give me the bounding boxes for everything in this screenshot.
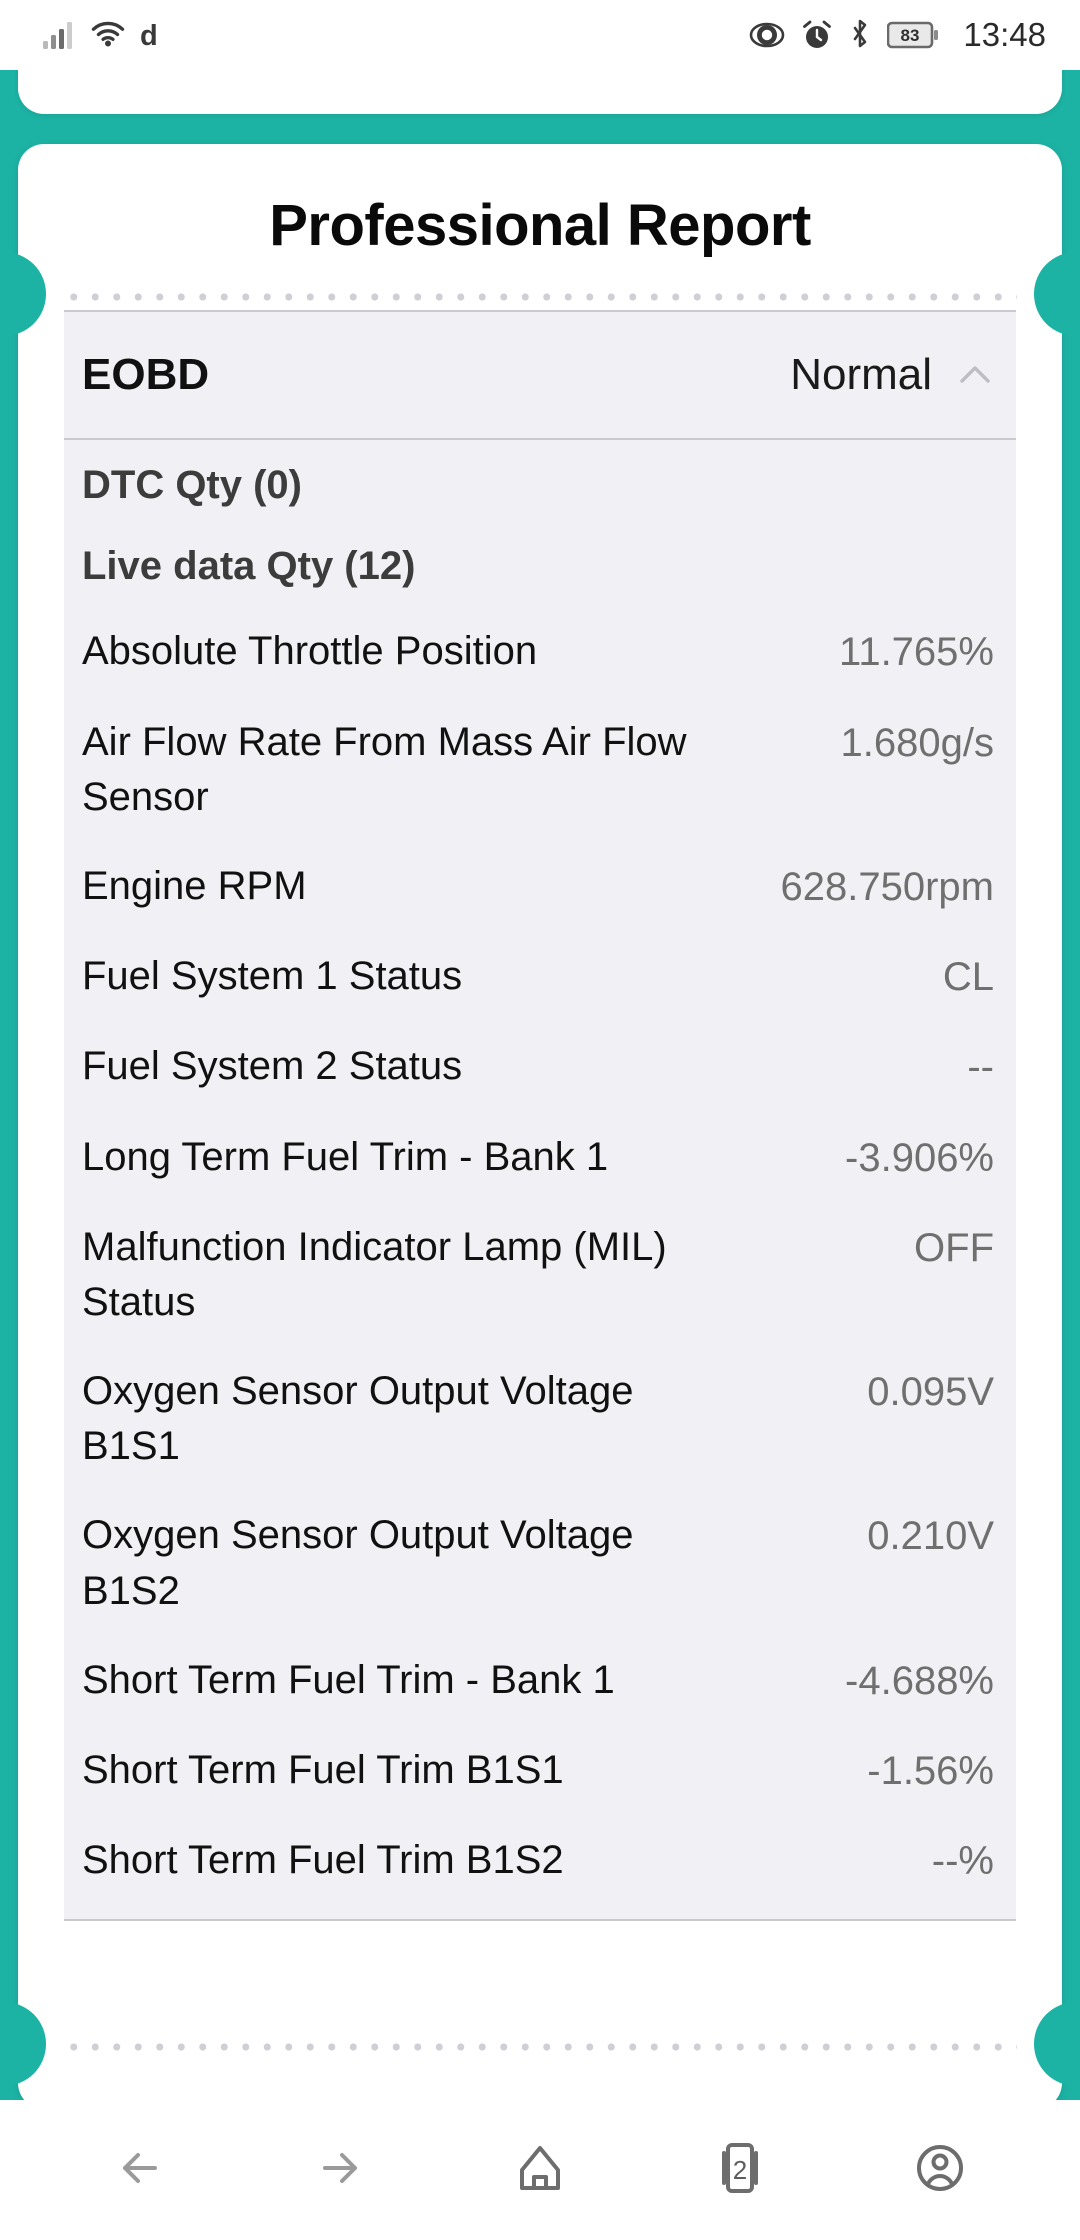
status-bar-right: 83 13:48 bbox=[749, 16, 1046, 54]
section-title: EOBD bbox=[82, 350, 209, 400]
row-label: Engine RPM bbox=[82, 859, 307, 914]
report-page: Professional Report EOBD Normal bbox=[0, 70, 1080, 2170]
table-row: Long Term Fuel Trim - Bank 1 -3.906% bbox=[82, 1130, 994, 1186]
table-row: Engine RPM 628.750rpm bbox=[82, 859, 994, 915]
table-row: Short Term Fuel Trim - Bank 1 -4.688% bbox=[82, 1653, 994, 1709]
row-value: 1.680g/s bbox=[841, 715, 994, 771]
battery-icon: 83 bbox=[887, 20, 941, 50]
perforation-bottom bbox=[18, 2034, 1062, 2060]
profile-icon[interactable] bbox=[909, 2137, 971, 2204]
table-row: Oxygen Sensor Output Voltage B1S2 0.210V bbox=[82, 1508, 994, 1618]
row-label: Malfunction Indicator Lamp (MIL) Status bbox=[82, 1220, 722, 1330]
row-label: Absolute Throttle Position bbox=[82, 624, 537, 679]
eobd-section-header[interactable]: EOBD Normal bbox=[64, 312, 1016, 440]
page-title: Professional Report bbox=[18, 144, 1062, 259]
battery-level-text: 83 bbox=[901, 26, 920, 45]
row-label: Fuel System 1 Status bbox=[82, 949, 462, 1004]
tab-count-label: 2 bbox=[733, 2155, 747, 2186]
row-value: 628.750rpm bbox=[781, 859, 994, 915]
row-label: Oxygen Sensor Output Voltage B1S1 bbox=[82, 1364, 722, 1474]
profile-button[interactable] bbox=[880, 2110, 1000, 2230]
wifi-icon bbox=[90, 20, 126, 50]
perforation-dots bbox=[63, 291, 1017, 303]
row-label: Oxygen Sensor Output Voltage B1S2 bbox=[82, 1508, 722, 1618]
perforation-dots bbox=[63, 2041, 1017, 2053]
status-badge: Normal bbox=[790, 350, 932, 400]
table-row: Oxygen Sensor Output Voltage B1S1 0.095V bbox=[82, 1364, 994, 1474]
row-label: Short Term Fuel Trim B1S2 bbox=[82, 1833, 564, 1888]
row-value: OFF bbox=[914, 1220, 994, 1276]
chevron-up-icon[interactable] bbox=[956, 356, 994, 394]
eobd-section-body: DTC Qty (0) Live data Qty (12) Absolute … bbox=[64, 440, 1016, 1919]
row-label: Long Term Fuel Trim - Bank 1 bbox=[82, 1130, 608, 1185]
data-saver-icon: d bbox=[140, 20, 166, 50]
row-label: Short Term Fuel Trim - Bank 1 bbox=[82, 1653, 615, 1708]
section-header-right: Normal bbox=[790, 350, 994, 400]
eye-comfort-icon bbox=[749, 21, 785, 49]
browser-navigation-bar: 2 bbox=[0, 2100, 1080, 2240]
table-row: Absolute Throttle Position 11.765% bbox=[82, 624, 994, 680]
table-row: Fuel System 2 Status -- bbox=[82, 1039, 994, 1095]
perforation-top bbox=[18, 284, 1062, 310]
row-label: Air Flow Rate From Mass Air Flow Sensor bbox=[82, 715, 722, 825]
table-row: Short Term Fuel Trim B1S1 -1.56% bbox=[82, 1743, 994, 1799]
row-value: -4.688% bbox=[845, 1653, 994, 1709]
previous-card-fragment bbox=[18, 70, 1062, 114]
status-bar-left: d bbox=[42, 20, 166, 50]
professional-report-card: Professional Report EOBD Normal bbox=[18, 144, 1062, 2109]
report-body: EOBD Normal DTC Qty (0) Live data Qty (1… bbox=[64, 310, 1016, 1921]
row-value: -1.56% bbox=[867, 1743, 994, 1799]
row-value: 0.095V bbox=[867, 1364, 994, 1420]
back-arrow-icon[interactable] bbox=[109, 2137, 171, 2204]
row-value: 11.765% bbox=[839, 624, 994, 680]
alarm-icon bbox=[801, 19, 833, 51]
row-value: -- bbox=[967, 1039, 994, 1095]
eobd-section: EOBD Normal DTC Qty (0) Live data Qty (1… bbox=[64, 310, 1016, 1921]
row-value: 0.210V bbox=[867, 1508, 994, 1564]
home-button[interactable] bbox=[480, 2110, 600, 2230]
back-button[interactable] bbox=[80, 2110, 200, 2230]
forward-arrow-icon[interactable] bbox=[309, 2137, 371, 2204]
table-row: Air Flow Rate From Mass Air Flow Sensor … bbox=[82, 715, 994, 825]
row-label: Fuel System 2 Status bbox=[82, 1039, 462, 1094]
dtc-qty-label: DTC Qty (0) bbox=[82, 462, 994, 509]
forward-button[interactable] bbox=[280, 2110, 400, 2230]
signal-bars-icon bbox=[42, 20, 76, 50]
live-data-list: Absolute Throttle Position 11.765% Air F… bbox=[82, 624, 994, 1889]
live-data-qty-label: Live data Qty (12) bbox=[82, 543, 994, 590]
status-bar: d 83 bbox=[0, 0, 1080, 70]
row-label: Short Term Fuel Trim B1S1 bbox=[82, 1743, 564, 1798]
bluetooth-icon bbox=[849, 19, 871, 51]
tabs-button[interactable]: 2 bbox=[680, 2110, 800, 2230]
row-value: -3.906% bbox=[845, 1130, 994, 1186]
row-value: CL bbox=[943, 949, 994, 1005]
status-bar-clock: 13:48 bbox=[963, 16, 1046, 54]
table-row: Short Term Fuel Trim B1S2 --% bbox=[82, 1833, 994, 1889]
table-row: Fuel System 1 Status CL bbox=[82, 949, 994, 1005]
table-row: Malfunction Indicator Lamp (MIL) Status … bbox=[82, 1220, 994, 1330]
svg-text:d: d bbox=[140, 20, 158, 50]
row-value: --% bbox=[932, 1833, 994, 1889]
home-icon[interactable] bbox=[509, 2137, 571, 2204]
